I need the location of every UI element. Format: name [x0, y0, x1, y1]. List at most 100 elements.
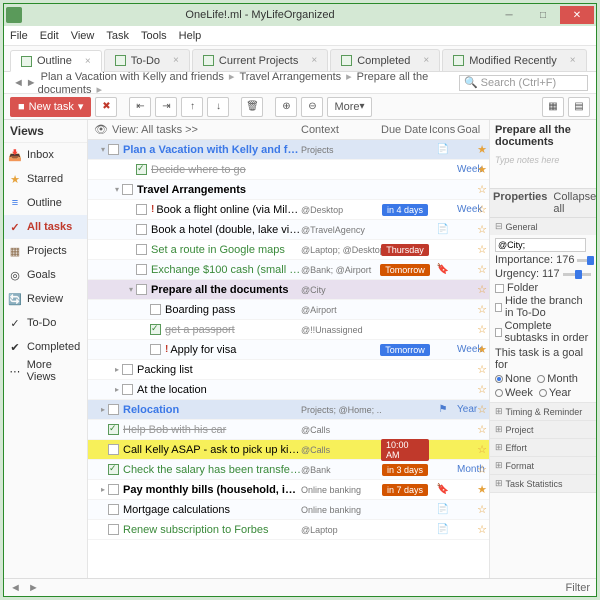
task-checkbox[interactable] [136, 244, 147, 255]
nav-fwd-icon[interactable]: ► [25, 77, 38, 89]
tab-current-projects[interactable]: Current Projects× [192, 49, 328, 71]
checkbox-complete-subtasks-in-order[interactable]: Complete subtasks in order [495, 320, 591, 344]
menu-task[interactable]: Task [106, 30, 129, 42]
radio-year[interactable]: Year [539, 387, 571, 399]
star-icon[interactable]: ☆ [475, 363, 489, 376]
task-checkbox[interactable] [136, 204, 147, 215]
task-checkbox[interactable] [136, 284, 147, 295]
checkbox-folder[interactable]: Folder [495, 282, 591, 294]
table-row[interactable]: ▾Plan a Vacation with Kelly and friendsP… [88, 140, 489, 160]
table-row[interactable]: Mortgage calculationsOnline banking📄☆ [88, 500, 489, 520]
menu-view[interactable]: View [71, 30, 95, 42]
task-checkbox[interactable] [108, 464, 119, 475]
col-context[interactable]: Context [301, 124, 381, 136]
task-checkbox[interactable] [136, 164, 147, 175]
star-icon[interactable]: ★ [475, 163, 489, 176]
trash-button[interactable]: 🗑 [241, 97, 263, 117]
sidebar-item-more-views[interactable]: ⋯More Views [4, 359, 87, 383]
table-row[interactable]: Boarding pass@Airport☆ [88, 300, 489, 320]
task-checkbox[interactable] [122, 364, 133, 375]
indent-button[interactable]: ⇥ [155, 97, 177, 117]
task-checkbox[interactable] [122, 384, 133, 395]
maximize-button[interactable]: □ [526, 6, 560, 24]
radio-none[interactable]: None [495, 373, 531, 385]
more-button[interactable]: More ▾ [327, 97, 371, 117]
task-checkbox[interactable] [108, 484, 119, 495]
section-header[interactable]: Timing & Reminder [490, 403, 596, 420]
star-icon[interactable]: ★ [475, 143, 489, 156]
task-checkbox[interactable] [108, 524, 119, 535]
table-row[interactable]: ▾Prepare all the documents@City☆ [88, 280, 489, 300]
expand-icon[interactable]: ▾ [112, 185, 122, 194]
table-row[interactable]: Check the salary has been transferred to… [88, 460, 489, 480]
filter-bar[interactable]: ◄ ► Filter [4, 578, 596, 596]
sidebar-item-inbox[interactable]: 📥Inbox [4, 143, 87, 167]
radio-month[interactable]: Month [537, 373, 578, 385]
expand-icon[interactable]: ▸ [98, 405, 108, 414]
radio-week[interactable]: Week [495, 387, 533, 399]
minimize-button[interactable]: ─ [492, 6, 526, 24]
breadcrumb-item[interactable]: Plan a Vacation with Kelly and friends [41, 71, 224, 83]
view-icon[interactable]: 👁 [94, 123, 108, 136]
section-header[interactable]: Project [490, 421, 596, 438]
star-icon[interactable]: ★ [475, 483, 489, 496]
star-icon[interactable]: ☆ [475, 303, 489, 316]
col-icons[interactable]: Icons [429, 124, 457, 136]
table-row[interactable]: Help Bob with his car@Calls☆ [88, 420, 489, 440]
task-checkbox[interactable] [108, 444, 119, 455]
delete-button[interactable]: ✖ [95, 97, 117, 117]
sidebar-item-starred[interactable]: ★Starred [4, 167, 87, 191]
tab-properties[interactable]: Properties [490, 189, 550, 217]
menu-edit[interactable]: Edit [40, 30, 59, 42]
sidebar-item-projects[interactable]: ▦Projects [4, 239, 87, 263]
sidebar-item-outline[interactable]: ≡Outline [4, 191, 87, 215]
star-icon[interactable]: ☆ [475, 263, 489, 276]
tab-close-icon[interactable]: × [423, 55, 429, 66]
table-row[interactable]: get a passport@!!Unassigned☆ [88, 320, 489, 340]
star-icon[interactable]: ☆ [475, 463, 489, 476]
checkbox-hide-the-branch-in-to-do[interactable]: Hide the branch in To-Do [495, 295, 591, 319]
new-task-button[interactable]: ■New task▾ [10, 97, 91, 117]
tab-modified-recently[interactable]: Modified Recently× [442, 49, 586, 71]
sidebar-item-goals[interactable]: ◎Goals [4, 263, 87, 287]
star-icon[interactable]: ☆ [475, 423, 489, 436]
task-checkbox[interactable] [136, 264, 147, 275]
task-checkbox[interactable] [108, 404, 119, 415]
table-row[interactable]: ▸At the location☆ [88, 380, 489, 400]
tab-close-icon[interactable]: × [570, 55, 576, 66]
col-duedate[interactable]: Due Date [381, 124, 429, 136]
table-row[interactable]: ▸Pay monthly bills (household, insurance… [88, 480, 489, 500]
star-icon[interactable]: ★ [475, 343, 489, 356]
star-icon[interactable]: ☆ [475, 243, 489, 256]
table-row[interactable]: ▸RelocationProjects; @Home; ...⚑Year☆ [88, 400, 489, 420]
task-checkbox[interactable] [122, 184, 133, 195]
filter-arrows-icon[interactable]: ◄ ► [10, 582, 41, 594]
breadcrumb-item[interactable]: Travel Arrangements [239, 71, 341, 83]
star-icon[interactable]: ☆ [475, 183, 489, 196]
zoomin-button[interactable]: ⊕ [275, 97, 297, 117]
col-goal[interactable]: Goal [457, 124, 489, 136]
table-row[interactable]: Decide where to goWeek★ [88, 160, 489, 180]
section-header[interactable]: Task Statistics [490, 475, 596, 492]
expand-icon[interactable]: ▾ [126, 285, 136, 294]
table-row[interactable]: Call Kelly ASAP - ask to pick up kids af… [88, 440, 489, 460]
layout-a-button[interactable]: ▦ [542, 97, 564, 117]
section-header[interactable]: Format [490, 457, 596, 474]
tab-collapse[interactable]: Collapse all [550, 189, 596, 217]
search-input[interactable]: 🔍 Search (Ctrl+F) [459, 75, 588, 91]
star-icon[interactable]: ☆ [475, 283, 489, 296]
expand-icon[interactable]: ▾ [98, 145, 108, 154]
table-row[interactable]: Exchange $100 cash (small banknotes)@Ban… [88, 260, 489, 280]
star-icon[interactable]: ☆ [475, 523, 489, 536]
star-icon[interactable]: ☆ [475, 503, 489, 516]
star-icon[interactable]: ☆ [475, 383, 489, 396]
task-checkbox[interactable] [108, 144, 119, 155]
col-view[interactable]: View: All tasks >> [112, 124, 301, 136]
table-row[interactable]: !Book a flight online (via Milan)@Deskto… [88, 200, 489, 220]
star-icon[interactable]: ☆ [475, 223, 489, 236]
section-header[interactable]: Effort [490, 439, 596, 456]
sidebar-item-all-tasks[interactable]: ✓All tasks [4, 215, 87, 239]
tab-close-icon[interactable]: × [85, 56, 91, 67]
table-row[interactable]: Book a hotel (double, lake view, w/ park… [88, 220, 489, 240]
close-button[interactable]: ✕ [560, 6, 594, 24]
